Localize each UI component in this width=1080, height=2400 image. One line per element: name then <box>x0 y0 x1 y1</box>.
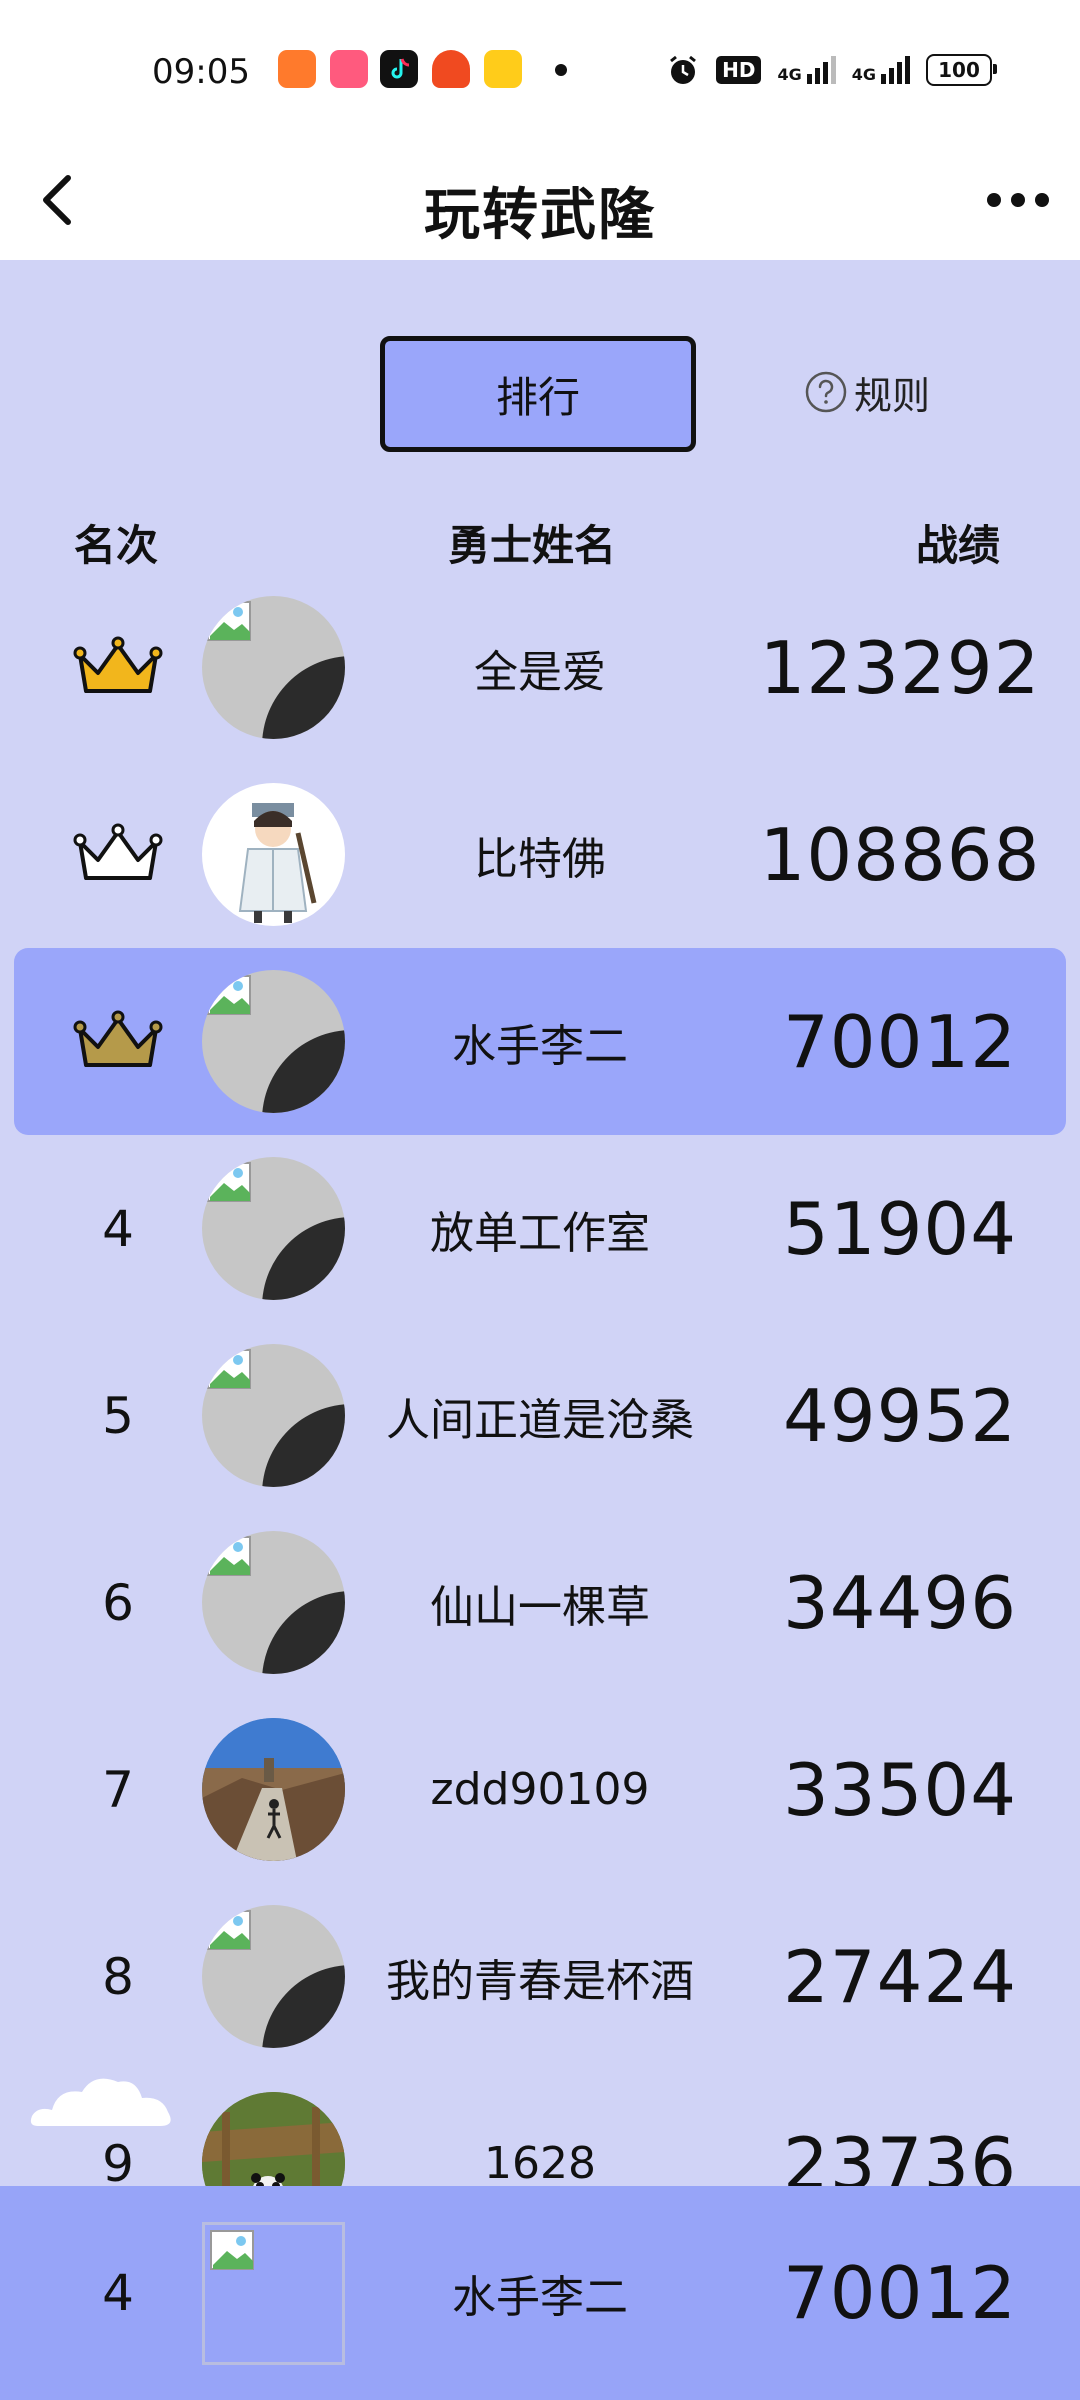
avatar <box>202 1905 345 2048</box>
player-name: 人间正道是沧桑 <box>386 1394 694 1446</box>
broken-image-icon <box>207 975 251 1015</box>
rank-number: 8 <box>102 1947 134 2006</box>
avatar <box>202 1157 345 1300</box>
avatar <box>202 1531 345 1674</box>
app-icon-red <box>432 50 470 88</box>
column-header-name: 勇士姓名 <box>448 521 617 570</box>
app-icon-pink <box>330 50 368 88</box>
gold-crown-icon <box>73 636 163 693</box>
rules-label: 规则 <box>854 373 931 418</box>
app-icon-yellow <box>484 50 522 88</box>
rank-cell <box>38 761 198 948</box>
broken-image-icon <box>210 2230 254 2270</box>
rank-cell <box>38 948 198 1135</box>
ranking-row[interactable]: 8 我的青春是杯酒 27424 <box>0 1883 1080 2070</box>
avatar <box>202 1344 345 1487</box>
great-wall-photo-avatar <box>202 1718 345 1861</box>
avatar <box>202 1718 345 1861</box>
page-title: 玩转武隆 <box>424 183 656 248</box>
player-score: 123292 <box>759 625 1041 710</box>
player-score: 27424 <box>782 1934 1018 2019</box>
status-indicators: HD 4G 4G 100 <box>666 50 997 90</box>
ranking-row[interactable]: 6 仙山一棵草 34496 <box>0 1509 1080 1696</box>
player-name: 比特佛 <box>474 833 606 885</box>
rank-cell <box>38 574 198 761</box>
column-header-rank: 名次 <box>74 521 159 570</box>
hd-icon: HD <box>716 56 762 84</box>
rules-link[interactable]: 规则 <box>804 360 930 424</box>
status-time: 09:05 <box>152 52 250 92</box>
player-name: zdd90109 <box>430 1764 650 1815</box>
player-score: 51904 <box>782 1186 1018 1271</box>
my-rank-number: 4 <box>102 2264 134 2322</box>
ranking-list: 全是爱 123292 比特佛 108868 水手李二 70012 4 放单工作室… <box>0 574 1080 2257</box>
avatar <box>202 596 345 739</box>
app-header: 玩转武隆 <box>0 140 1080 260</box>
broken-image-icon <box>207 1536 251 1576</box>
app-icon-orange <box>278 50 316 88</box>
player-name: 我的青春是杯酒 <box>386 1955 694 2007</box>
notification-dot <box>555 64 567 76</box>
player-score: 34496 <box>782 1560 1018 1645</box>
ranking-row[interactable]: 4 放单工作室 51904 <box>0 1135 1080 1322</box>
player-score: 49952 <box>782 1373 1018 1458</box>
battery-indicator: 100 <box>926 54 997 86</box>
silver-crown-icon <box>73 823 163 880</box>
more-options-icon[interactable] <box>982 170 1054 230</box>
ranking-row[interactable]: 全是爱 123292 <box>0 574 1080 761</box>
my-player-name: 水手李二 <box>452 2272 628 2323</box>
player-score: 70012 <box>782 999 1018 1084</box>
ranking-row-current-user[interactable]: 水手李二 70012 <box>0 948 1080 1135</box>
bronze-crown-icon <box>73 1010 163 1067</box>
tiktok-icon <box>380 50 418 88</box>
broken-image-icon <box>207 1162 251 1202</box>
column-header-score: 战绩 <box>916 521 1001 570</box>
rank-number: 6 <box>102 1573 134 1632</box>
broken-image-icon <box>207 1349 251 1389</box>
my-avatar <box>202 2222 345 2365</box>
player-score: 108868 <box>759 812 1041 897</box>
status-bar: 09:05 HD 4G 4G 100 <box>0 0 1080 140</box>
player-name: 放单工作室 <box>430 1207 650 1259</box>
alarm-icon <box>670 55 697 84</box>
tab-ranking[interactable]: 排行 <box>380 336 696 452</box>
signal-icon-2: 4G <box>852 56 910 84</box>
avatar <box>202 783 345 926</box>
player-score: 33504 <box>782 1747 1018 1832</box>
broken-image-icon <box>207 601 251 641</box>
broken-image-icon <box>207 1910 251 1950</box>
player-name: 仙山一棵草 <box>430 1581 650 1633</box>
player-name: 水手李二 <box>452 1020 628 1072</box>
rank-number: 7 <box>102 1760 134 1819</box>
ranking-row[interactable]: 比特佛 108868 <box>0 761 1080 948</box>
question-circle-icon <box>805 371 847 413</box>
signal-icon-1: 4G <box>777 56 836 84</box>
my-player-score: 70012 <box>782 2251 1018 2335</box>
cartoon-swordsman-avatar <box>238 803 317 923</box>
rank-number: 4 <box>102 1199 134 1258</box>
my-rank-bar[interactable]: 4 水手李二 70012 <box>0 2186 1080 2400</box>
ranking-row[interactable]: 7 zdd90109 33504 <box>0 1696 1080 1883</box>
cloud-decoration-icon <box>30 2078 171 2126</box>
player-name: 全是爱 <box>474 646 606 698</box>
ranking-row[interactable]: 5 人间正道是沧桑 49952 <box>0 1322 1080 1509</box>
rank-number: 5 <box>102 1386 134 1445</box>
avatar <box>202 970 345 1113</box>
